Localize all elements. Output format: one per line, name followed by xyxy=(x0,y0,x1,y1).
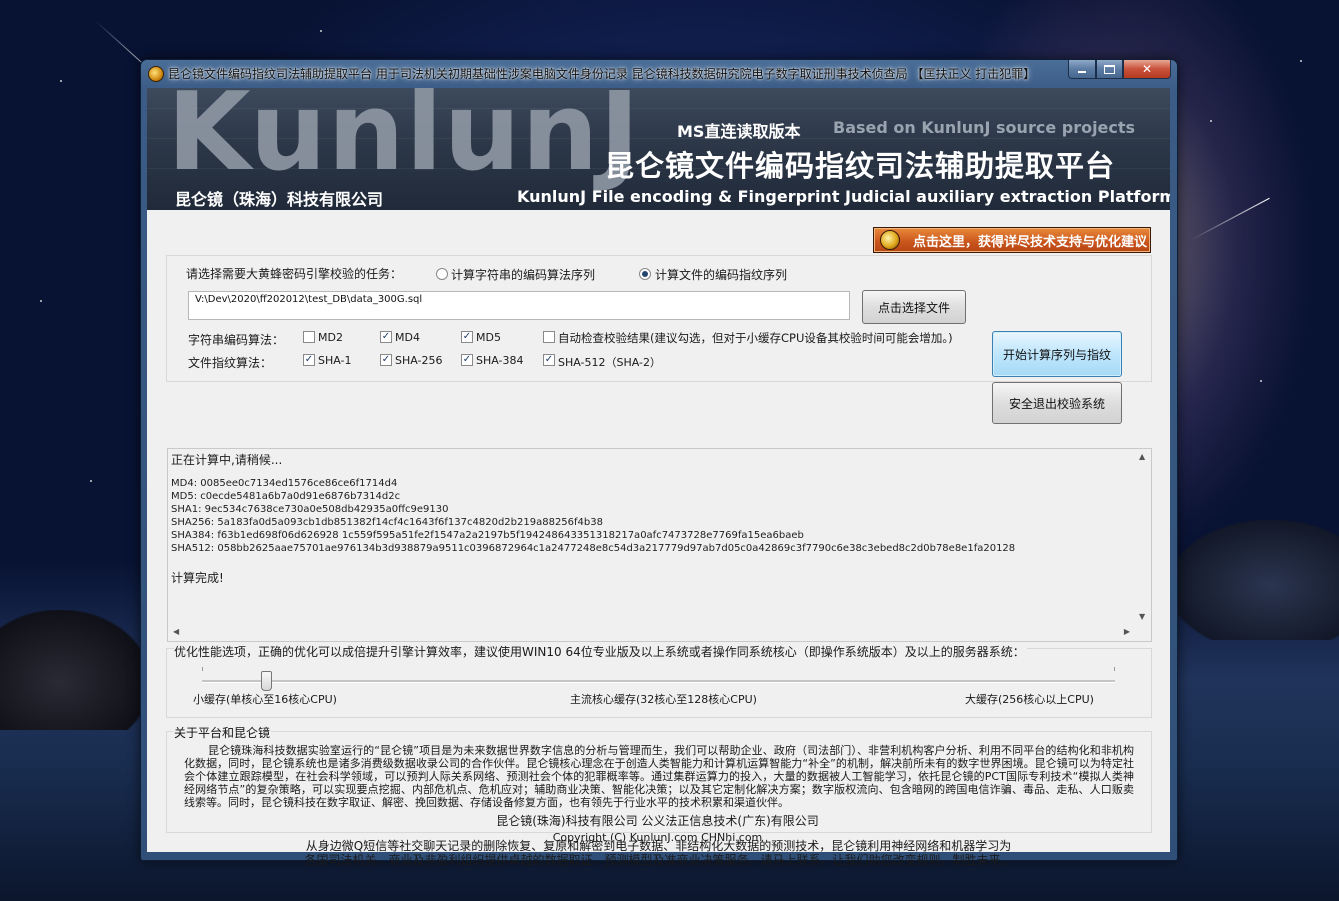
auto-check-checkbox[interactable] xyxy=(543,331,555,343)
desktop-rock-right xyxy=(1169,520,1339,640)
output-md5: MD5: c0ecde5481a6b7a0d91e6876b7314d2c xyxy=(171,491,401,502)
sha256-checkbox[interactable]: ✓ xyxy=(380,354,392,366)
file-path-input[interactable]: V:\Dev\2020\ff202012\test_DB\data_300G.s… xyxy=(188,291,850,320)
choose-file-label: 点击选择文件 xyxy=(877,300,950,315)
file-algo-label: 文件指纹算法： xyxy=(188,356,273,370)
sha384-checkbox[interactable]: ✓ xyxy=(461,354,473,366)
banner-title-en: KunlunJ File encoding & Fingerprint Judi… xyxy=(517,187,1170,206)
banner: KunlunJ 昆仑镜（珠海）科技有限公司 MS直连读取版本 Based on … xyxy=(147,88,1170,210)
banner-based-on: Based on KunlunJ source projects xyxy=(833,118,1136,137)
about-title: 关于平台和昆仑镜 xyxy=(173,724,272,741)
sha256-label[interactable]: SHA-256 xyxy=(395,354,443,367)
radio-file-task-label[interactable]: 计算文件的编码指纹序列 xyxy=(655,266,787,283)
file-path-value: V:\Dev\2020\ff202012\test_DB\data_300G.s… xyxy=(195,294,423,305)
star xyxy=(1210,120,1212,122)
footer-copyright: Copyright (C) KunlunJ.com CHNhi.com xyxy=(552,831,763,844)
minimize-button[interactable] xyxy=(1068,60,1096,79)
app-window: 昆仑镜文件编码指纹司法辅助提取平台 用于司法机关初期基础性涉案电脑文件身份记录 … xyxy=(140,59,1178,867)
output-md4: MD4: 0085ee0c7134ed1576ce86ce6f1714d4 xyxy=(171,478,398,489)
task-prompt: 请选择需要大黄蜂密码引擎校验的任务： xyxy=(186,267,403,281)
desktop-rock-left xyxy=(0,610,150,730)
sha512-checkbox[interactable]: ✓ xyxy=(543,354,555,366)
output-sha256: SHA256: 5a183fa0d5a093cb1db851382f14cf4c… xyxy=(171,517,603,528)
output-log[interactable]: 正在计算中,请稍候... MD4: 0085ee0c7134ed1576ce86… xyxy=(167,448,1152,642)
cache-slider-track[interactable] xyxy=(202,680,1115,683)
cache-small-label: 小缓存(单核心至16核心CPU) xyxy=(193,693,337,706)
meteor xyxy=(1189,197,1270,241)
footer-company-block: 昆仑镜(珠海)科技有限公司 公义法正信息技术(广东)有限公司 Copyright… xyxy=(146,812,1169,852)
star xyxy=(1260,380,1262,382)
scroll-left-icon[interactable]: ◀ xyxy=(173,627,179,636)
exit-label: 安全退出校验系统 xyxy=(1008,396,1105,411)
sha384-label[interactable]: SHA-384 xyxy=(476,354,524,367)
sha1-label[interactable]: SHA-1 xyxy=(318,354,352,367)
output-sha512: SHA512: 058bb2625aae75701ae976134b3d9388… xyxy=(171,543,1016,554)
title-bar[interactable]: 昆仑镜文件编码指纹司法辅助提取平台 用于司法机关初期基础性涉案电脑文件身份记录 … xyxy=(141,60,1177,86)
minimize-icon xyxy=(1078,71,1086,73)
footer-line-2: 各国司法机关、商业及非盈利组织提供卓越的数据取证、预测模型及准商业决策服务。请马… xyxy=(304,853,1013,867)
md4-label[interactable]: MD4 xyxy=(395,331,420,344)
cache-large-label: 大缓存(256核心以上CPU) xyxy=(965,693,1094,706)
auto-check-label[interactable]: 自动检查校验结果(建议勾选，但对于小缓存CPU设备其校验时间可能会增加。) xyxy=(558,330,953,346)
banner-company: 昆仑镜（珠海）科技有限公司 xyxy=(175,190,384,209)
md5-label[interactable]: MD5 xyxy=(476,331,501,344)
scroll-down-icon[interactable]: ▼ xyxy=(1139,612,1145,621)
close-icon: ✕ xyxy=(1141,62,1153,76)
banner-edition: MS直连读取版本 xyxy=(677,122,801,141)
output-done: 计算完成! xyxy=(171,571,224,585)
output-vertical-scrollbar[interactable]: ▲ ▼ xyxy=(1135,449,1151,623)
star xyxy=(1300,60,1302,62)
main-content: 点击这里，获得详尽技术支持与优化建议 请选择需要大黄蜂密码引擎校验的任务： 计算… xyxy=(147,210,1170,867)
slider-tick xyxy=(202,667,203,671)
window-controls: ✕ xyxy=(1068,60,1171,79)
banner-title-cn: 昆仑镜文件编码指纹司法辅助提取平台 xyxy=(605,149,1116,183)
string-algo-label: 字符串编码算法： xyxy=(188,333,285,347)
about-text: 昆仑镜珠海科技数据实验室运行的“昆仑镜”项目是为未来数据世界数字信息的分析与管理… xyxy=(184,744,1134,809)
globe-icon xyxy=(880,230,900,250)
performance-panel: 优化性能选项，正确的优化可以成倍提升引擎计算效率，建议使用WIN10 64位专业… xyxy=(166,643,1152,718)
app-icon[interactable] xyxy=(148,66,164,82)
start-compute-label: 开始计算序列与指纹 xyxy=(1002,347,1111,362)
star xyxy=(90,480,92,482)
maximize-button[interactable] xyxy=(1096,60,1123,79)
md4-checkbox[interactable]: ✓ xyxy=(380,331,392,343)
md2-label[interactable]: MD2 xyxy=(318,331,343,344)
support-promo-label: 点击这里，获得详尽技术支持与优化建议 xyxy=(913,234,1148,250)
md5-checkbox[interactable]: ✓ xyxy=(461,331,473,343)
window-title: 昆仑镜文件编码指纹司法辅助提取平台 用于司法机关初期基础性涉案电脑文件身份记录 … xyxy=(168,67,1036,81)
output-status: 正在计算中,请稍候... xyxy=(171,453,283,467)
slider-tick xyxy=(1114,667,1115,671)
exit-button[interactable]: 安全退出校验系统 xyxy=(992,382,1122,424)
radio-string-task-label[interactable]: 计算字符串的编码算法序列 xyxy=(451,266,595,283)
scroll-right-icon[interactable]: ▶ xyxy=(1124,627,1130,636)
radio-file-task[interactable] xyxy=(639,268,651,280)
cache-slider-thumb[interactable] xyxy=(260,671,272,691)
output-sha1: SHA1: 9ec534c7638ce730a0e508db42935a0ffc… xyxy=(171,504,449,515)
star xyxy=(40,300,42,302)
maximize-icon xyxy=(1104,64,1115,74)
support-promo-button[interactable]: 点击这里，获得详尽技术支持与优化建议 xyxy=(873,227,1151,253)
output-sha384: SHA384: f63b1ed698f06d626928 1c559f595a5… xyxy=(171,530,804,541)
cache-medium-label: 主流核心缓存(32核心至128核心CPU) xyxy=(570,693,757,706)
output-horizontal-scrollbar[interactable]: ◀ ▶ xyxy=(168,624,1135,641)
md2-checkbox[interactable] xyxy=(303,331,315,343)
scroll-up-icon[interactable]: ▲ xyxy=(1139,452,1145,461)
performance-label: 优化性能选项，正确的优化可以成倍提升引擎计算效率，建议使用WIN10 64位专业… xyxy=(174,643,1027,660)
radio-string-task[interactable] xyxy=(436,268,448,280)
star xyxy=(60,80,62,82)
footer-company: 昆仑镜(珠海)科技有限公司 公义法正信息技术(广东)有限公司 xyxy=(496,814,819,828)
close-button[interactable]: ✕ xyxy=(1123,60,1171,79)
star xyxy=(320,30,322,32)
sha512-label[interactable]: SHA-512（SHA-2） xyxy=(558,354,661,370)
choose-file-button[interactable]: 点击选择文件 xyxy=(862,290,966,324)
start-compute-button[interactable]: 开始计算序列与指纹 xyxy=(992,331,1122,377)
banner-logo-text: KunlunJ xyxy=(167,88,641,195)
sha1-checkbox[interactable]: ✓ xyxy=(303,354,315,366)
